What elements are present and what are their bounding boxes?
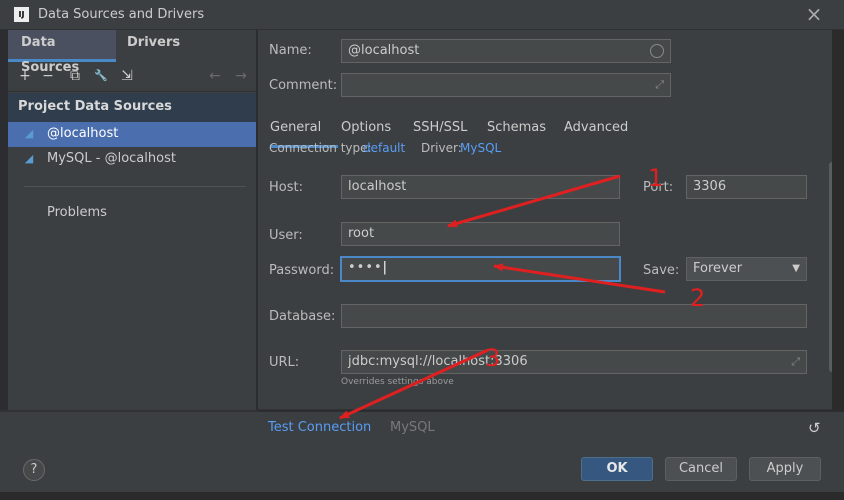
database-icon: ◢ bbox=[24, 127, 34, 140]
divider bbox=[24, 186, 246, 187]
ok-button[interactable]: OK bbox=[581, 457, 653, 481]
forward-arrow-icon[interactable]: → bbox=[230, 65, 252, 87]
tab-schemas[interactable]: Schemas bbox=[487, 120, 546, 135]
save-value: Forever bbox=[693, 261, 743, 276]
driver-label: Driver: bbox=[421, 141, 462, 155]
driver-link[interactable]: MySQL bbox=[460, 141, 501, 155]
editor-background bbox=[832, 30, 844, 410]
tree-item-localhost[interactable]: ◢ @localhost bbox=[8, 122, 256, 147]
left-panel: Data Sources Drivers + − ⧉ 🔧 ⇲ ← → Proje… bbox=[8, 30, 256, 410]
back-arrow-icon[interactable]: ← bbox=[204, 65, 226, 87]
reset-icon[interactable]: ↺ bbox=[808, 419, 821, 437]
port-label: Port: bbox=[643, 180, 674, 195]
section-header-project-data-sources: Project Data Sources bbox=[8, 93, 256, 122]
duplicate-icon[interactable]: ⧉ bbox=[64, 65, 86, 87]
database-label: Database: bbox=[269, 309, 336, 324]
add-icon[interactable]: + bbox=[14, 65, 36, 87]
cancel-button[interactable]: Cancel bbox=[665, 457, 737, 481]
tab-options[interactable]: Options bbox=[341, 120, 391, 135]
mysql-driver-link[interactable]: MySQL bbox=[390, 420, 435, 435]
user-field[interactable]: root bbox=[341, 222, 620, 246]
text-cursor: | bbox=[382, 260, 389, 275]
password-field[interactable]: ••••| bbox=[340, 256, 621, 282]
divider bbox=[258, 409, 844, 410]
url-value: jdbc:mysql://localhost:3306 bbox=[348, 354, 528, 369]
chevron-down-icon: ▼ bbox=[792, 263, 800, 274]
test-connection-link[interactable]: Test Connection bbox=[268, 420, 371, 435]
tree-item-mysql-localhost[interactable]: ◢ MySQL - @localhost bbox=[8, 147, 256, 172]
apply-button[interactable]: Apply bbox=[749, 457, 821, 481]
left-tabs: Data Sources Drivers bbox=[8, 30, 256, 75]
name-value: @localhost bbox=[348, 43, 420, 58]
save-label: Save: bbox=[643, 263, 680, 278]
remove-icon[interactable]: − bbox=[37, 65, 59, 87]
expand-icon[interactable]: ⤢ bbox=[791, 351, 800, 373]
expand-icon[interactable]: ⤢ bbox=[655, 74, 664, 96]
comment-field[interactable]: ⤢ bbox=[341, 73, 671, 97]
tab-data-sources[interactable]: Data Sources bbox=[8, 30, 116, 75]
url-hint: Overrides settings above bbox=[341, 377, 454, 387]
close-icon[interactable]: × bbox=[804, 4, 824, 24]
comment-label: Comment: bbox=[269, 78, 338, 93]
name-label: Name: bbox=[269, 43, 312, 58]
password-value: •••• bbox=[348, 260, 383, 275]
database-field[interactable] bbox=[341, 304, 807, 328]
import-icon[interactable]: ⇲ bbox=[116, 65, 138, 87]
tab-drivers[interactable]: Drivers bbox=[127, 30, 180, 62]
tree-item-label: @localhost bbox=[47, 126, 119, 141]
tab-advanced[interactable]: Advanced bbox=[564, 120, 628, 135]
color-circle-icon[interactable] bbox=[650, 44, 664, 58]
window-title: Data Sources and Drivers bbox=[38, 7, 205, 22]
help-button[interactable]: ? bbox=[23, 459, 45, 481]
connection-type-label: Connection type: bbox=[269, 141, 372, 155]
window-bottom-strip bbox=[0, 492, 844, 500]
port-field[interactable]: 3306 bbox=[686, 175, 807, 199]
url-label: URL: bbox=[269, 355, 300, 370]
user-label: User: bbox=[269, 228, 303, 243]
host-label: Host: bbox=[269, 180, 303, 195]
url-field[interactable]: jdbc:mysql://localhost:3306 ⤢ bbox=[341, 350, 807, 374]
connection-type-link[interactable]: default bbox=[363, 141, 405, 155]
save-dropdown[interactable]: Forever ▼ bbox=[686, 257, 807, 281]
intellij-app-icon: IJ bbox=[14, 7, 29, 22]
wrench-icon[interactable]: 🔧 bbox=[90, 65, 112, 87]
name-field[interactable]: @localhost bbox=[341, 39, 671, 63]
left-toolbar: + − ⧉ 🔧 ⇲ ← → bbox=[8, 62, 256, 92]
tab-ssh-ssl[interactable]: SSH/SSL bbox=[413, 120, 467, 135]
title-bar: IJ Data Sources and Drivers × bbox=[0, 0, 844, 30]
database-icon: ◢ bbox=[24, 152, 34, 165]
tree-item-label: MySQL - @localhost bbox=[47, 151, 176, 166]
problems-item[interactable]: Problems bbox=[47, 205, 107, 220]
host-field[interactable]: localhost bbox=[341, 175, 620, 199]
password-label: Password: bbox=[269, 263, 335, 278]
right-panel: Name: @localhost Comment: ⤢ General Opti… bbox=[258, 30, 844, 410]
